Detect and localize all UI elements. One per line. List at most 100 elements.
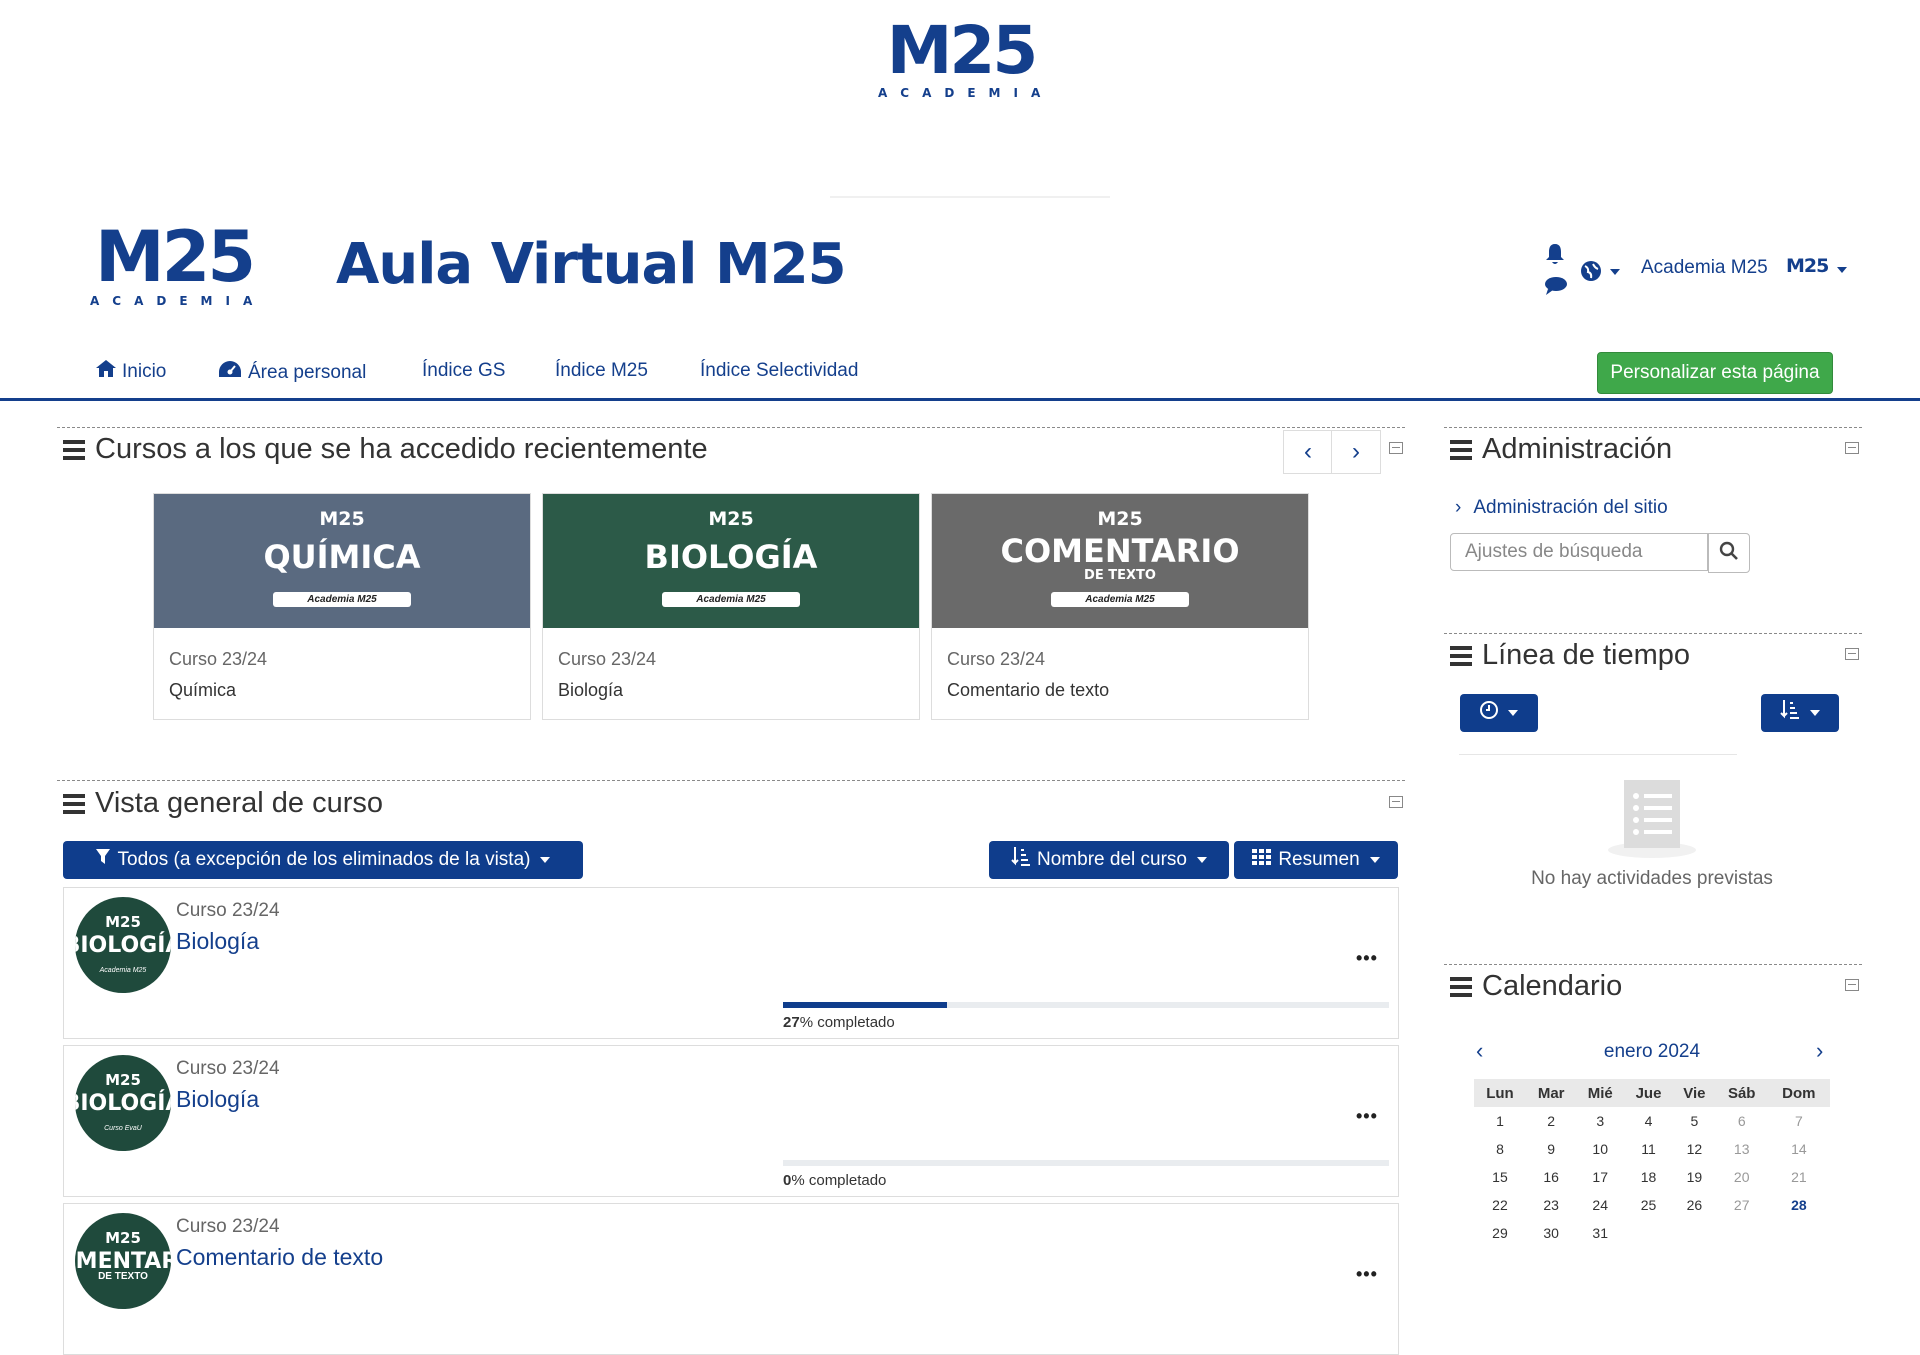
nav-indice-selectividad[interactable]: Índice Selectividad [700, 360, 858, 382]
calendar-day[interactable]: 29 [1474, 1219, 1526, 1247]
collapse-icon[interactable] [1845, 648, 1859, 660]
course-card-biologia[interactable]: M25 BIOLOGÍA Academia M25 Curso 23/24 Bi… [542, 493, 920, 720]
calendar-day[interactable]: 27 [1716, 1191, 1768, 1219]
sort-dropdown-button[interactable]: Nombre del curso [989, 841, 1229, 879]
course-category: Curso 23/24 [558, 649, 657, 669]
search-icon [1719, 541, 1739, 566]
top-logo: M25 ACADEMIA [878, 18, 1044, 101]
progress-bar [783, 1002, 1389, 1008]
chevron-left-icon: ‹ [1304, 438, 1312, 465]
calendar-day[interactable]: 25 [1624, 1191, 1673, 1219]
calendar-day[interactable]: 23 [1526, 1191, 1577, 1219]
calendar-day[interactable]: 8 [1474, 1135, 1526, 1163]
globe-icon[interactable] [1580, 260, 1602, 286]
calendar-day[interactable]: 12 [1673, 1135, 1716, 1163]
user-avatar[interactable]: M25 [1786, 257, 1829, 276]
calendar-day[interactable]: 6 [1716, 1107, 1768, 1135]
calendar-day[interactable]: 22 [1474, 1191, 1526, 1219]
course-name-link[interactable]: Comentario de texto [176, 1244, 383, 1271]
calendar-weekday: Jue [1624, 1079, 1674, 1107]
calendar-day[interactable]: 9 [1526, 1135, 1577, 1163]
calendar-day[interactable]: 30 [1526, 1219, 1577, 1247]
admin-search-button[interactable] [1708, 533, 1750, 573]
calendar-day[interactable]: 1 [1474, 1107, 1526, 1135]
admin-site-link[interactable]: › Administración del sitio [1455, 497, 1668, 519]
course-card-image: M25 COMENTARIO DE TEXTO Academia M25 [932, 494, 1308, 628]
more-options-icon[interactable]: ••• [1356, 1106, 1378, 1127]
calendar-day[interactable]: 31 [1576, 1219, 1624, 1247]
calendar-month-label: enero 2024 [1603, 1041, 1701, 1062]
timeline-block-separator [1444, 633, 1862, 634]
nav-inicio[interactable]: Inicio [96, 360, 166, 383]
nav-area-personal[interactable]: Área personal [218, 360, 366, 384]
caret-down-icon [1196, 857, 1207, 863]
more-options-icon[interactable]: ••• [1356, 948, 1378, 969]
course-row[interactable]: M25 BIOLOGÍA Academia M25 Curso 23/24 Bi… [63, 887, 1399, 1039]
more-options-icon[interactable]: ••• [1356, 1264, 1378, 1285]
calendar-day[interactable]: 2 [1526, 1107, 1577, 1135]
nav-indice-gs[interactable]: Índice GS [422, 360, 505, 382]
calendar-day[interactable]: 11 [1624, 1135, 1673, 1163]
view-dropdown-button[interactable]: Resumen [1234, 841, 1398, 879]
calendar-day[interactable]: 15 [1474, 1163, 1526, 1191]
hamburger-icon[interactable] [63, 790, 85, 818]
language-caret[interactable] [1610, 269, 1620, 275]
nav-indice-m25[interactable]: Índice M25 [555, 360, 648, 382]
overview-block-separator [57, 780, 1405, 781]
calendar-day[interactable]: 20 [1716, 1163, 1768, 1191]
timeline-sort-button[interactable] [1761, 694, 1839, 732]
calendar-day[interactable]: 24 [1576, 1191, 1624, 1219]
calendar-day[interactable]: 5 [1673, 1107, 1716, 1135]
collapse-icon[interactable] [1389, 442, 1403, 454]
caret-down-icon [1810, 710, 1820, 716]
hamburger-icon[interactable] [1450, 642, 1472, 670]
course-card-quimica[interactable]: M25 QUÍMICA Academia M25 Curso 23/24 Quí… [153, 493, 531, 720]
calendar-day[interactable]: 18 [1624, 1163, 1673, 1191]
calendar-table: Lun Mar Mié Jue Vie Sáb Dom 1 2 3 4 5 6 7 8 9 10 11 12 13 1… [1474, 1079, 1830, 1247]
calendar-day[interactable]: 4 [1624, 1107, 1673, 1135]
collapse-icon[interactable] [1845, 442, 1859, 454]
nav-underline [0, 398, 1920, 401]
bell-icon[interactable] [1544, 242, 1566, 270]
course-name-link[interactable]: Biología [176, 1086, 259, 1113]
course-name-link[interactable]: Biología [176, 928, 259, 955]
course-card-comentario[interactable]: M25 COMENTARIO DE TEXTO Academia M25 Cur… [931, 493, 1309, 720]
course-row[interactable]: M25 COMENTARIO DE TEXTO Curso 23/24 Come… [63, 1203, 1399, 1355]
calendar-day[interactable]: 3 [1576, 1107, 1624, 1135]
timeline-filter-button[interactable] [1460, 694, 1538, 732]
chat-bubble-icon[interactable] [1544, 276, 1568, 300]
hamburger-icon[interactable] [1450, 436, 1472, 464]
hamburger-icon[interactable] [1450, 973, 1472, 1001]
calendar-weekday: Dom [1767, 1079, 1830, 1107]
calendar-day[interactable]: 16 [1526, 1163, 1577, 1191]
prev-page-button[interactable]: ‹ [1283, 430, 1333, 474]
calendar-day[interactable]: 19 [1673, 1163, 1716, 1191]
hamburger-icon[interactable] [63, 436, 85, 464]
admin-search-input[interactable]: Ajustes de búsqueda [1450, 533, 1708, 571]
header-logo[interactable]: M25 ACADEMIA [90, 222, 258, 308]
course-name[interactable]: Biología [558, 680, 623, 701]
course-row[interactable]: M25 BIOLOGÍA Curso EvaU Curso 23/24 Biol… [63, 1045, 1399, 1197]
calendar-day[interactable]: 28 [1768, 1191, 1830, 1219]
customize-page-button[interactable]: Personalizar esta página [1597, 352, 1833, 394]
calendar-day[interactable]: 7 [1768, 1107, 1830, 1135]
caret-down-icon [1508, 710, 1518, 716]
calendar-day[interactable]: 13 [1716, 1135, 1768, 1163]
course-name[interactable]: Comentario de texto [947, 680, 1109, 701]
collapse-icon[interactable] [1845, 979, 1859, 991]
user-menu-name[interactable]: Academia M25 [1641, 257, 1768, 279]
next-page-button[interactable]: › [1331, 430, 1381, 474]
calendar-next-month[interactable]: › [1816, 1038, 1823, 1064]
calendar-day[interactable]: 10 [1576, 1135, 1624, 1163]
calendar-day [1673, 1219, 1716, 1247]
calendar-day[interactable]: 21 [1768, 1163, 1830, 1191]
calendar-day[interactable]: 26 [1673, 1191, 1716, 1219]
filter-dropdown-button[interactable]: Todos (a excepción de los eliminados de … [63, 841, 583, 879]
filter-icon [95, 849, 110, 871]
calendar-day[interactable]: 17 [1576, 1163, 1624, 1191]
course-name[interactable]: Química [169, 680, 236, 701]
calendar-day[interactable]: 14 [1768, 1135, 1830, 1163]
collapse-icon[interactable] [1389, 796, 1403, 808]
user-menu-caret[interactable] [1837, 267, 1847, 273]
sort-icon [1011, 847, 1031, 873]
